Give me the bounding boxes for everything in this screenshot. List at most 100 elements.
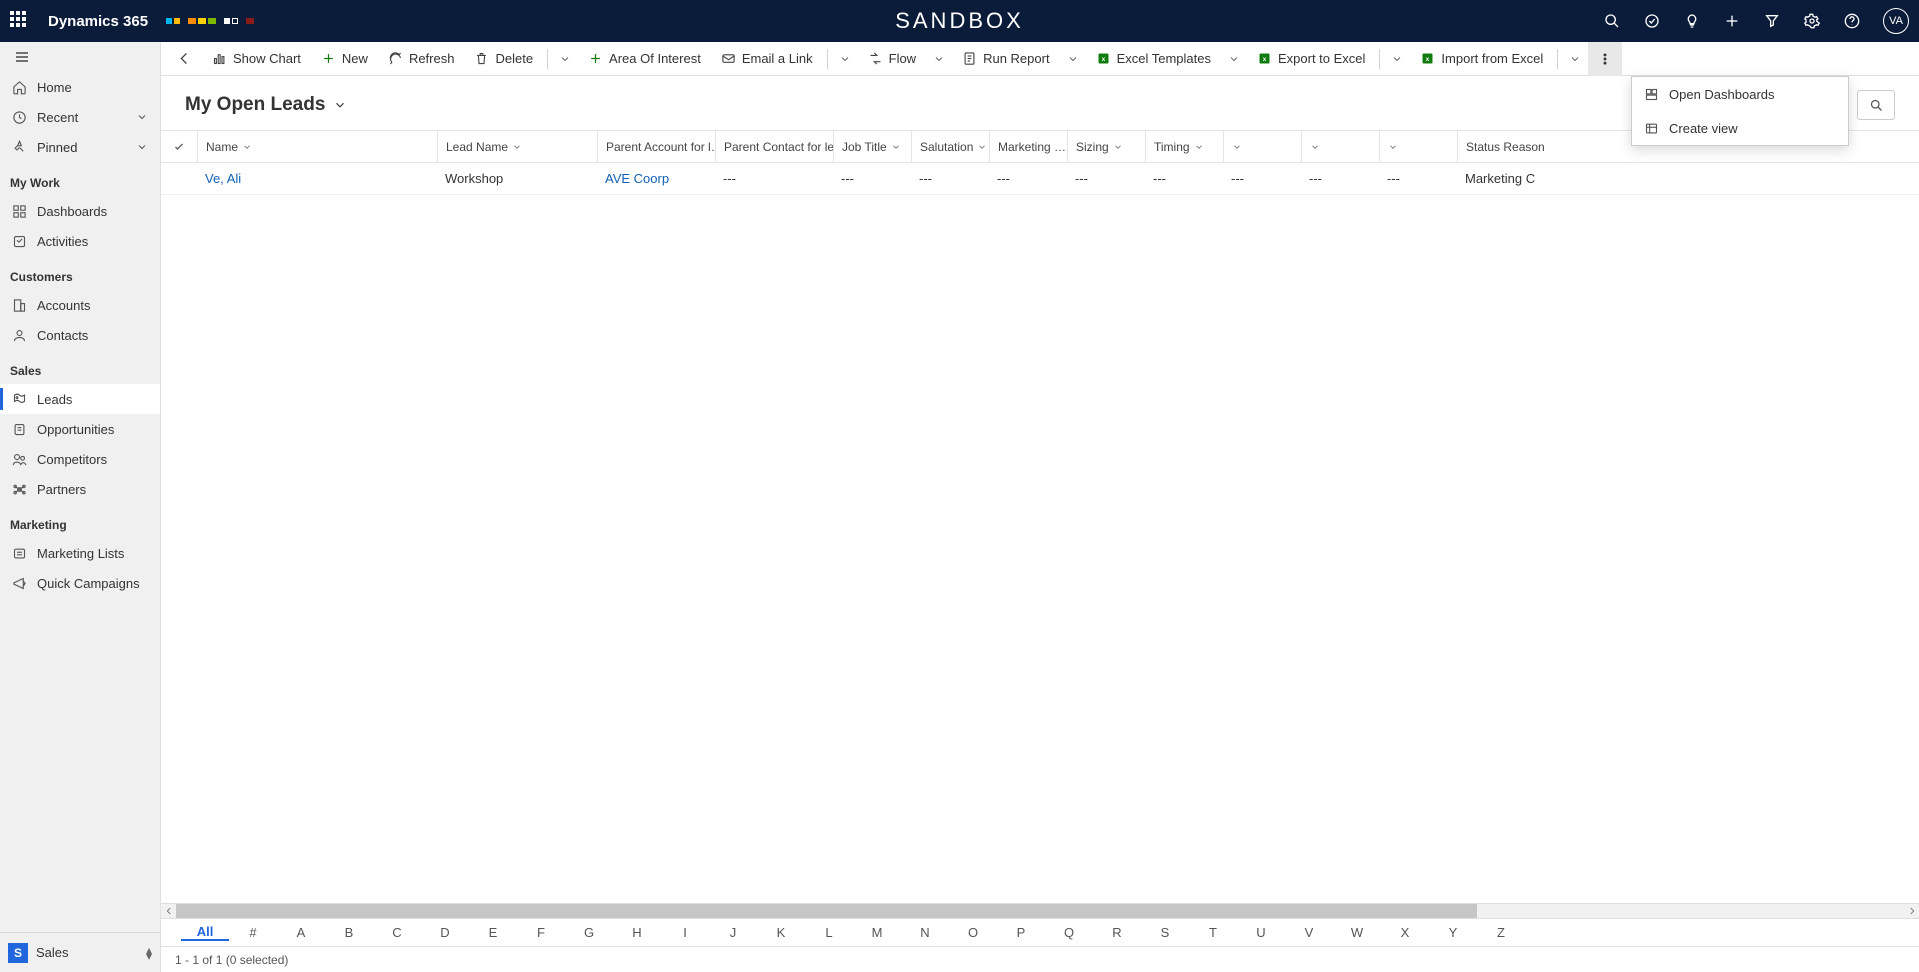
alpha-I[interactable]: I <box>661 925 709 940</box>
scroll-left-icon[interactable] <box>161 904 176 918</box>
create-view-item[interactable]: Create view <box>1632 111 1848 145</box>
col-job-title[interactable]: Job Title <box>833 131 911 162</box>
delete-chevron[interactable] <box>552 42 578 76</box>
alpha-P[interactable]: P <box>997 925 1045 940</box>
col-lead-name[interactable]: Lead Name <box>437 131 597 162</box>
refresh-button[interactable]: Refresh <box>378 42 465 76</box>
alpha-Z[interactable]: Z <box>1477 925 1525 940</box>
alpha-#[interactable]: # <box>229 925 277 940</box>
alpha-N[interactable]: N <box>901 925 949 940</box>
more-commands-button[interactable] <box>1588 42 1622 76</box>
alpha-X[interactable]: X <box>1381 925 1429 940</box>
nav-quick-campaigns[interactable]: Quick Campaigns <box>0 568 160 598</box>
row-checkbox[interactable] <box>161 172 197 186</box>
nav-marketing-lists[interactable]: Marketing Lists <box>0 538 160 568</box>
alpha-E[interactable]: E <box>469 925 517 940</box>
col-sizing[interactable]: Sizing <box>1067 131 1145 162</box>
nav-label: Home <box>37 80 72 95</box>
col-extra3[interactable] <box>1379 131 1457 162</box>
view-title-dropdown[interactable]: My Open Leads <box>185 94 347 116</box>
col-status-reason[interactable]: Status Reason <box>1457 131 1547 162</box>
show-chart-button[interactable]: Show Chart <box>202 42 311 76</box>
cell-parent-account[interactable]: AVE Coorp <box>597 171 715 186</box>
alpha-C[interactable]: C <box>373 925 421 940</box>
alpha-V[interactable]: V <box>1285 925 1333 940</box>
scroll-right-icon[interactable] <box>1904 904 1919 918</box>
alpha-W[interactable]: W <box>1333 925 1381 940</box>
nav-recent[interactable]: Recent <box>0 102 160 132</box>
run-report-button[interactable]: Run Report <box>952 42 1059 76</box>
col-name[interactable]: Name <box>197 131 437 162</box>
back-button[interactable] <box>167 42 202 76</box>
brand-label[interactable]: Dynamics 365 <box>48 13 148 30</box>
help-icon[interactable] <box>1843 12 1861 30</box>
templates-chevron[interactable] <box>1221 42 1247 76</box>
search-icon[interactable] <box>1603 12 1621 30</box>
nav-leads[interactable]: Leads <box>0 384 160 414</box>
nav-dashboards[interactable]: Dashboards <box>0 196 160 226</box>
import-excel-button[interactable]: x Import from Excel <box>1410 42 1553 76</box>
delete-button[interactable]: Delete <box>464 42 543 76</box>
col-parent-account[interactable]: Parent Account for l… <box>597 131 715 162</box>
area-of-interest-button[interactable]: Area Of Interest <box>578 42 711 76</box>
col-extra2[interactable] <box>1301 131 1379 162</box>
alpha-Y[interactable]: Y <box>1429 925 1477 940</box>
area-picker[interactable]: S Sales ▴▾ <box>0 932 160 972</box>
email-link-button[interactable]: Email a Link <box>711 42 823 76</box>
alpha-M[interactable]: M <box>853 925 901 940</box>
nav-accounts[interactable]: Accounts <box>0 290 160 320</box>
alpha-S[interactable]: S <box>1141 925 1189 940</box>
email-chevron[interactable] <box>832 42 858 76</box>
app-launcher-icon[interactable] <box>10 11 30 31</box>
export-chevron[interactable] <box>1384 42 1410 76</box>
alpha-All[interactable]: All <box>181 924 229 941</box>
scroll-thumb[interactable] <box>176 904 1477 918</box>
nav-toggle-icon[interactable] <box>0 42 160 72</box>
alpha-F[interactable]: F <box>517 925 565 940</box>
alpha-H[interactable]: H <box>613 925 661 940</box>
report-chevron[interactable] <box>1060 42 1086 76</box>
horizontal-scrollbar[interactable] <box>161 903 1919 918</box>
alpha-D[interactable]: D <box>421 925 469 940</box>
filter-icon[interactable] <box>1763 12 1781 30</box>
alpha-A[interactable]: A <box>277 925 325 940</box>
alpha-J[interactable]: J <box>709 925 757 940</box>
col-timing[interactable]: Timing <box>1145 131 1223 162</box>
col-salutation[interactable]: Salutation <box>911 131 989 162</box>
lightbulb-icon[interactable] <box>1683 12 1701 30</box>
gear-icon[interactable] <box>1803 12 1821 30</box>
alpha-R[interactable]: R <box>1093 925 1141 940</box>
alpha-U[interactable]: U <box>1237 925 1285 940</box>
col-extra1[interactable] <box>1223 131 1301 162</box>
nav-contacts[interactable]: Contacts <box>0 320 160 350</box>
alpha-B[interactable]: B <box>325 925 373 940</box>
alpha-Q[interactable]: Q <box>1045 925 1093 940</box>
new-button[interactable]: New <box>311 42 378 76</box>
nav-opportunities[interactable]: Opportunities <box>0 414 160 444</box>
assistant-icon[interactable] <box>1643 12 1661 30</box>
nav-activities[interactable]: Activities <box>0 226 160 256</box>
select-all-checkbox[interactable] <box>161 131 197 162</box>
alpha-L[interactable]: L <box>805 925 853 940</box>
open-dashboards-item[interactable]: Open Dashboards <box>1632 77 1848 111</box>
nav-partners[interactable]: Partners <box>0 474 160 504</box>
grid-search-button[interactable] <box>1857 90 1895 120</box>
user-avatar[interactable]: VA <box>1883 8 1909 34</box>
col-parent-contact[interactable]: Parent Contact for le… <box>715 131 833 162</box>
alpha-K[interactable]: K <box>757 925 805 940</box>
alpha-G[interactable]: G <box>565 925 613 940</box>
alpha-O[interactable]: O <box>949 925 997 940</box>
nav-home[interactable]: Home <box>0 72 160 102</box>
col-marketing[interactable]: Marketing … <box>989 131 1067 162</box>
cell-name[interactable]: Ve, Ali <box>197 171 437 186</box>
nav-pinned[interactable]: Pinned <box>0 132 160 162</box>
flow-chevron[interactable] <box>926 42 952 76</box>
alpha-T[interactable]: T <box>1189 925 1237 940</box>
flow-button[interactable]: Flow <box>858 42 926 76</box>
plus-icon[interactable] <box>1723 12 1741 30</box>
excel-templates-button[interactable]: x Excel Templates <box>1086 42 1221 76</box>
export-excel-button[interactable]: x Export to Excel <box>1247 42 1375 76</box>
table-row[interactable]: Ve, Ali Workshop AVE Coorp --- --- --- -… <box>161 163 1919 195</box>
nav-competitors[interactable]: Competitors <box>0 444 160 474</box>
import-chevron[interactable] <box>1562 42 1588 76</box>
